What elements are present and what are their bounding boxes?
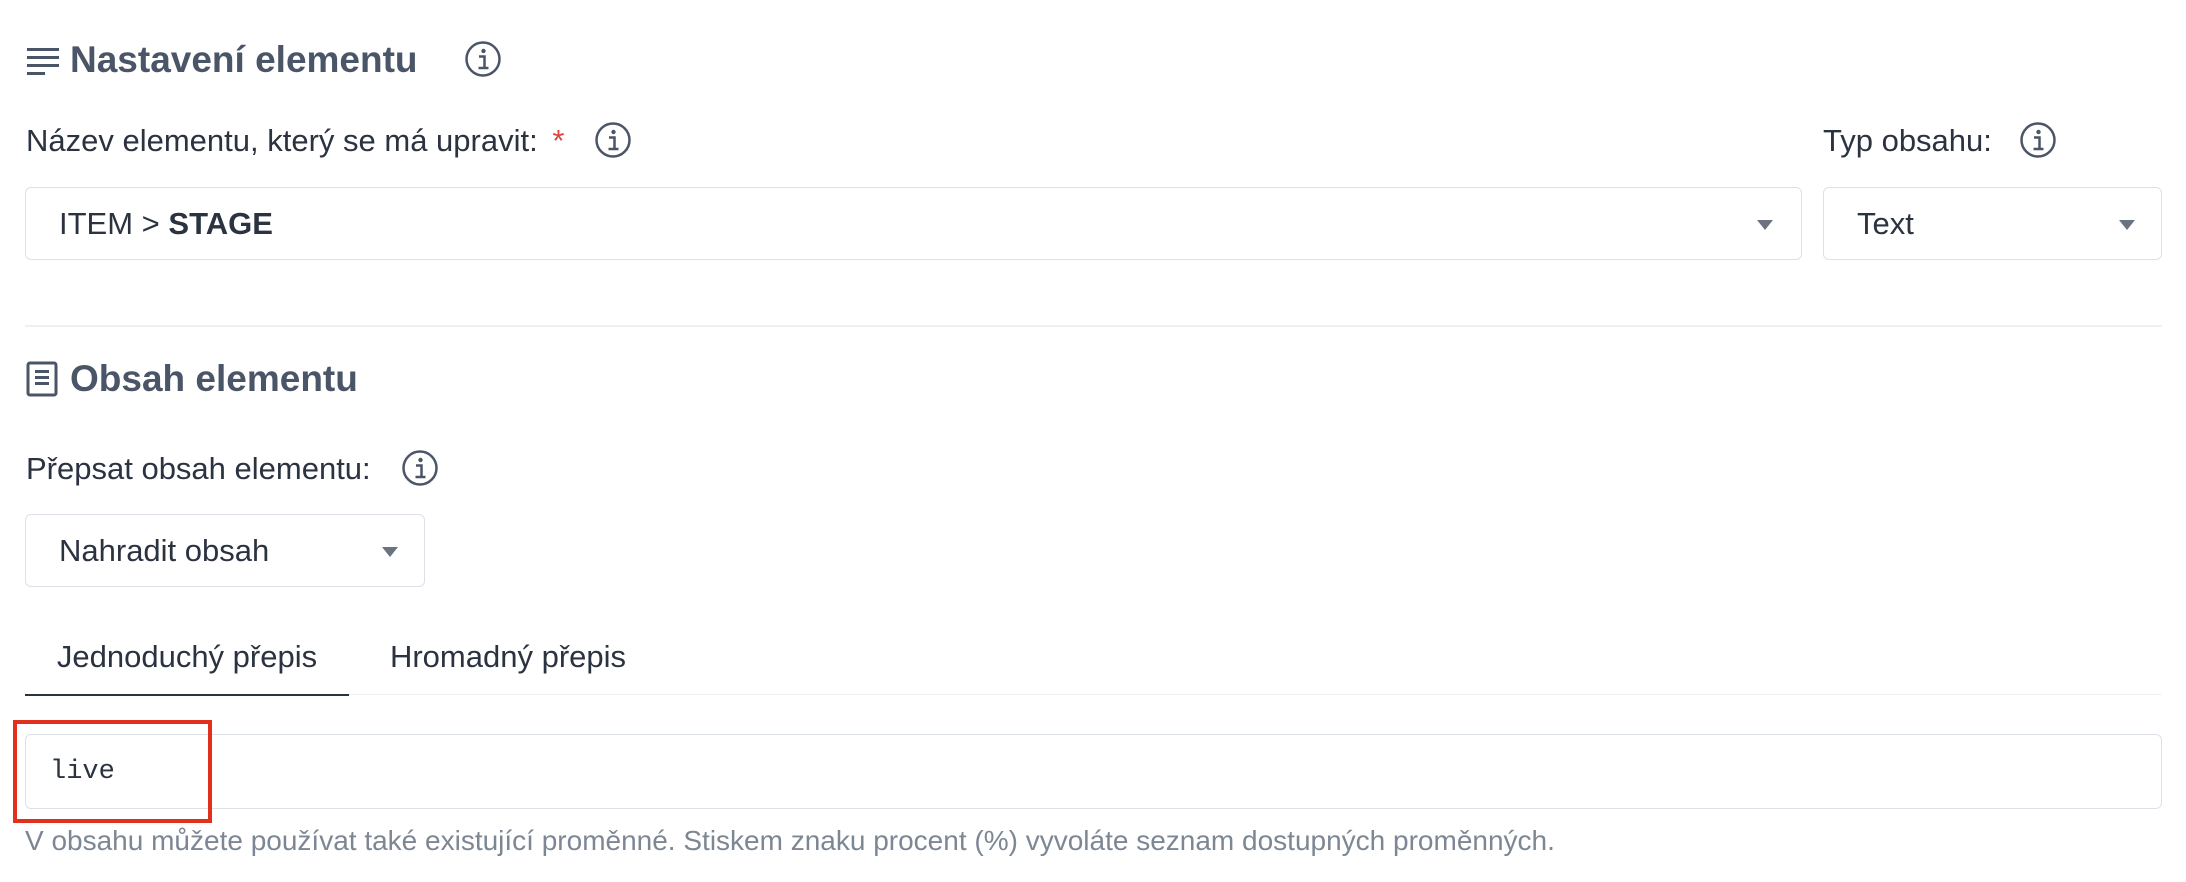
overwrite-value: Nahradit obsah xyxy=(59,532,270,568)
element-name-label: Název elementu, který se má upravit: * xyxy=(26,123,564,159)
content-type-value: Text xyxy=(1857,205,1914,241)
chevron-down-icon xyxy=(382,546,398,557)
content-input[interactable]: live xyxy=(25,734,2162,809)
content-type-label: Typ obsahu: xyxy=(1823,123,1992,158)
settings-section-title: Nastavení elementu xyxy=(70,39,418,80)
element-name-info-button[interactable] xyxy=(594,121,632,159)
lines-icon xyxy=(27,48,59,75)
info-icon xyxy=(402,450,438,486)
tabs-bar: Jednoduchý přepis Hromadný přepis xyxy=(25,632,2162,696)
settings-section-header: Nastavení elementu xyxy=(26,38,418,82)
tab-simple-overwrite[interactable]: Jednoduchý přepis xyxy=(25,632,349,696)
overwrite-select[interactable]: Nahradit obsah xyxy=(25,514,425,587)
overwrite-info-button[interactable] xyxy=(401,449,439,487)
element-name-value: ITEM > STAGE xyxy=(59,205,273,241)
tab-label: Jednoduchý přepis xyxy=(56,639,318,674)
variables-hint: V obsahu můžete používat také existující… xyxy=(25,825,1555,856)
content-type-info-button[interactable] xyxy=(2019,121,2057,159)
highlight-box xyxy=(13,720,212,823)
settings-info-button[interactable] xyxy=(464,40,502,78)
info-icon xyxy=(595,122,631,158)
section-divider xyxy=(25,325,2162,327)
element-name-select[interactable]: ITEM > STAGE xyxy=(25,187,1802,260)
content-section-header: Obsah elementu xyxy=(26,357,358,401)
document-icon xyxy=(26,361,58,397)
element-name-label-text: Název elementu, který se má upravit: xyxy=(26,123,538,158)
overwrite-label: Přepsat obsah elementu: xyxy=(26,451,371,486)
info-icon xyxy=(465,41,501,77)
info-icon xyxy=(2020,122,2056,158)
content-type-select[interactable]: Text xyxy=(1823,187,2162,260)
tab-bulk-overwrite[interactable]: Hromadný přepis xyxy=(349,632,667,694)
content-section-title: Obsah elementu xyxy=(70,358,358,399)
chevron-down-icon xyxy=(2119,219,2135,230)
required-mark: * xyxy=(552,123,565,158)
chevron-down-icon xyxy=(1757,219,1773,230)
tab-label: Hromadný přepis xyxy=(389,639,627,674)
